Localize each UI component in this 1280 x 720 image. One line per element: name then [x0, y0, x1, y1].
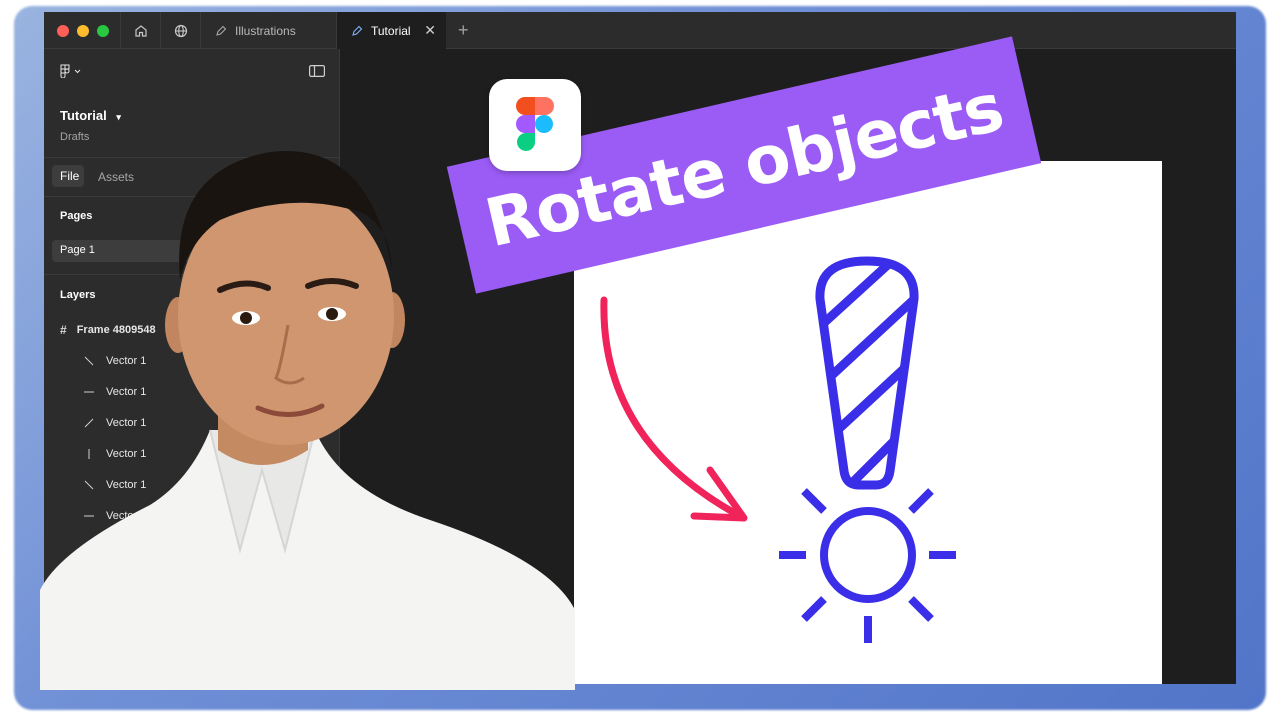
home-button[interactable]	[120, 12, 160, 49]
home-icon	[134, 24, 147, 37]
chevron-down-icon: ▾	[116, 112, 121, 122]
minimize-window-button[interactable]	[77, 25, 89, 37]
globe-icon	[174, 24, 187, 37]
file-title-button[interactable]: Tutorial ▾	[60, 108, 121, 123]
sidebar-panel-icon	[309, 65, 326, 78]
zoom-window-button[interactable]	[97, 25, 109, 37]
pen-icon	[352, 25, 363, 36]
sun-shape[interactable]	[779, 488, 956, 643]
tab-label: Illustrations	[235, 23, 296, 38]
file-title: Tutorial	[60, 108, 107, 123]
main-menu-button[interactable]	[60, 64, 82, 81]
tab-illustrations[interactable]: Illustrations	[200, 12, 336, 49]
tab-tutorial[interactable]: Tutorial ✕	[336, 12, 446, 49]
new-tab-button[interactable]: +	[458, 20, 469, 41]
figma-menu-icon	[60, 64, 81, 79]
close-window-button[interactable]	[57, 25, 69, 37]
pen-icon	[216, 25, 227, 36]
tab-label: Tutorial	[371, 23, 411, 38]
window-controls	[57, 25, 109, 37]
community-button[interactable]	[160, 12, 200, 49]
exclamation-drop-shape[interactable]	[804, 241, 934, 521]
toggle-sidebar-button[interactable]	[309, 65, 326, 80]
presenter-photo	[40, 150, 575, 690]
close-tab-icon[interactable]: ✕	[424, 22, 436, 39]
title-bar: Illustrations Tutorial ✕ +	[44, 12, 1236, 49]
rotate-arrow	[600, 296, 748, 522]
